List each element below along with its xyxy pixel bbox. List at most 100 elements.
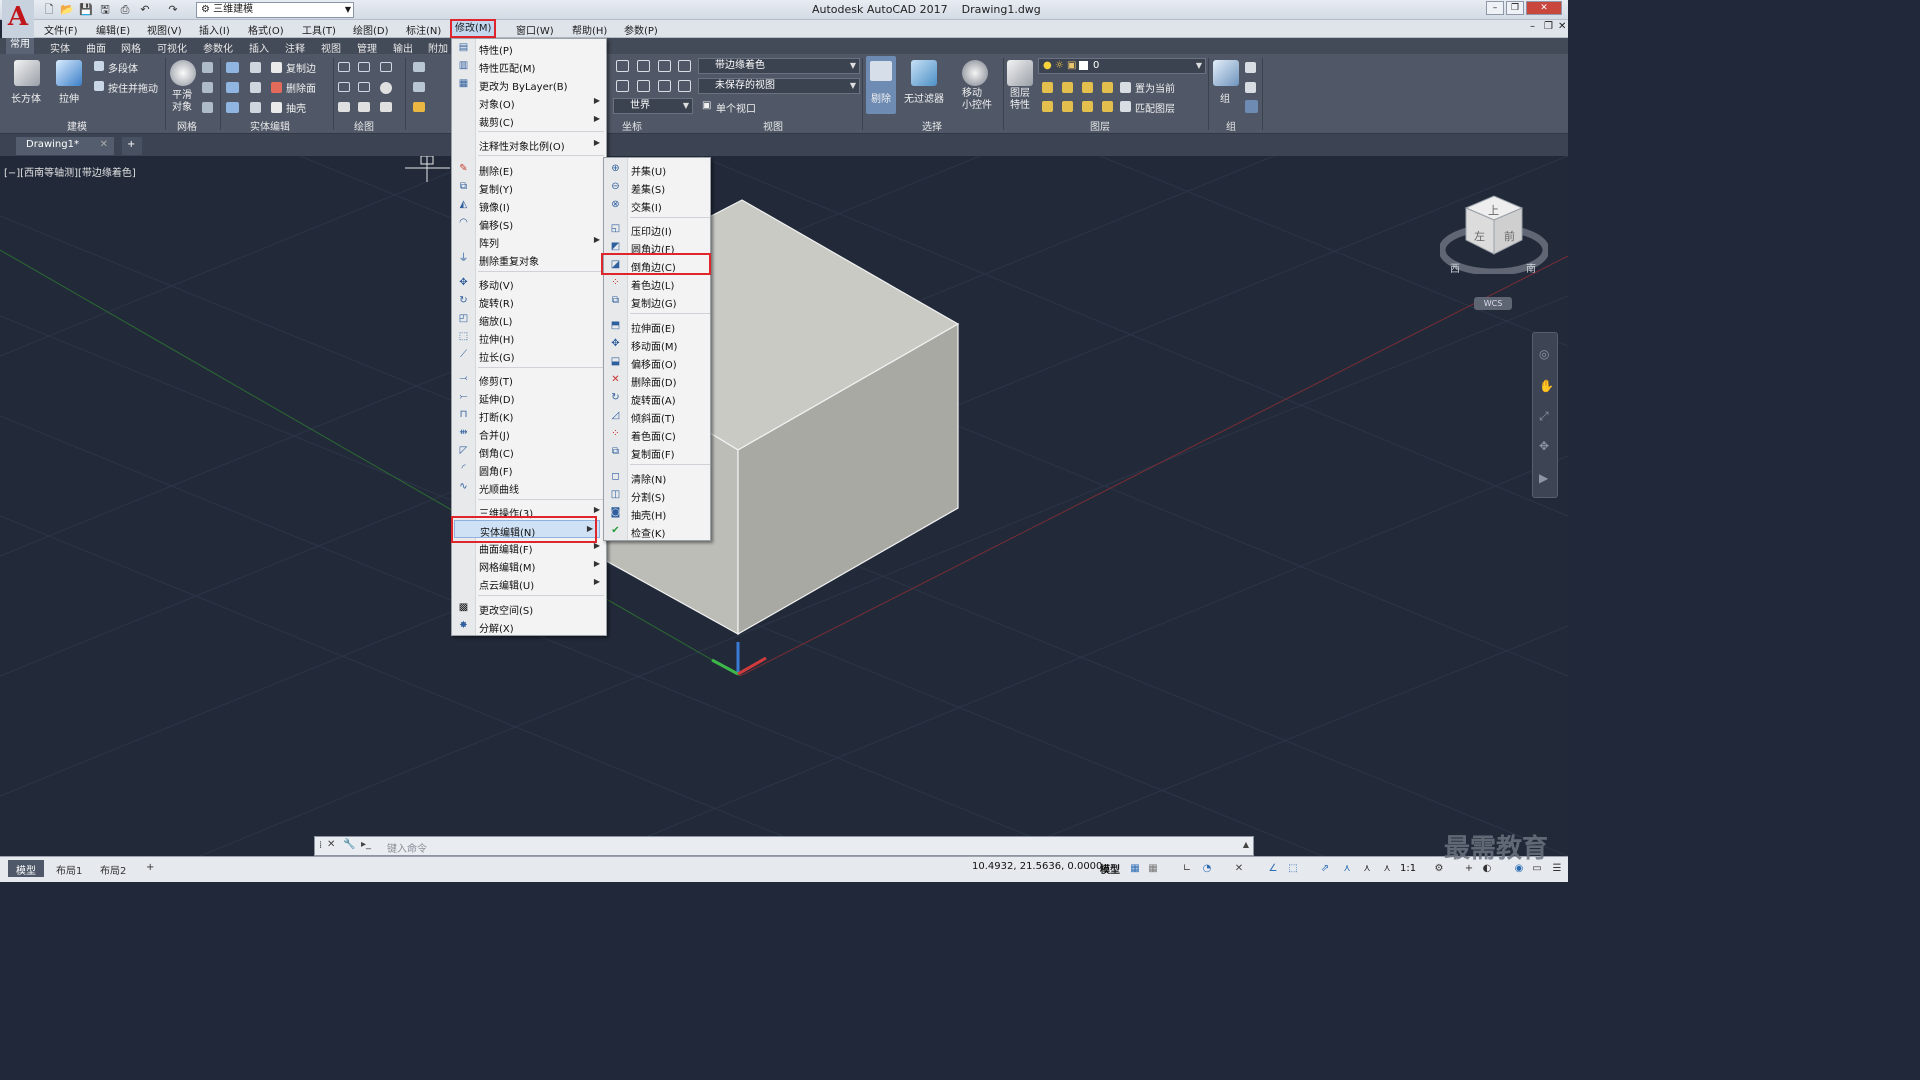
doc-minimize-icon[interactable]: – [1530, 21, 1535, 32]
visual-style-dropdown[interactable]: 带边缘着色 ▼ [698, 58, 860, 74]
group-coords[interactable]: 坐标 [622, 118, 642, 133]
menu-item-move-faces[interactable]: ✥ 移动面(M) [604, 335, 710, 353]
copy-edge-button[interactable]: 复制边 [286, 60, 316, 75]
menu-item-copy-edges[interactable]: ⧉ 复制边(G) [604, 292, 710, 310]
menu-item-stretch[interactable]: ⬚ 拉伸(H) [452, 328, 606, 346]
undo-icon[interactable]: ↶ [138, 3, 152, 17]
presspull-button[interactable]: 按住并拖动 [108, 80, 158, 95]
maximize-button[interactable]: ❐ [1506, 1, 1524, 15]
saved-view-dropdown[interactable]: 未保存的视图 ▼ [698, 78, 860, 94]
ucs-icon[interactable] [637, 60, 650, 72]
viewport-icon[interactable]: ▣ [702, 100, 711, 111]
ellipse-icon[interactable] [380, 102, 392, 112]
menu-item-extend[interactable]: ⤚ 延伸(D) [452, 388, 606, 406]
tab-visualize[interactable]: 可视化 [157, 40, 187, 55]
drawing-area[interactable]: [−][西南等轴测][带边缘着色] 上 左 前 西 南 WCS ◎ ✋ ⤢ ✥ … [0, 156, 1568, 856]
selection-cycling-icon[interactable]: ⋏ [1340, 862, 1354, 876]
orbit-icon[interactable]: ✥ [1539, 439, 1549, 453]
steering-wheel-icon[interactable]: ◎ [1539, 347, 1549, 361]
drawing-tab[interactable]: Drawing1* ✕ [16, 137, 114, 155]
group-select-icon[interactable] [1245, 100, 1258, 113]
model-space-toggle[interactable]: 模型 [1100, 861, 1120, 876]
showmotion-icon[interactable]: ▶ [1539, 471, 1548, 485]
group-selection[interactable]: 选择 [922, 118, 942, 133]
tab-addins[interactable]: 附加 [428, 40, 448, 55]
gizmo-icon[interactable] [962, 60, 988, 86]
viewcube[interactable]: 上 左 前 西 南 [1438, 194, 1550, 276]
no-filter-label[interactable]: 无过滤器 [904, 90, 944, 105]
move-gizmo-label[interactable]: 移动 小控件 [962, 88, 992, 112]
group-tool-icon[interactable] [1245, 62, 1256, 73]
mesh-tool-icon[interactable] [202, 82, 213, 93]
redo-icon[interactable]: ↷ [166, 3, 180, 17]
set-current-button[interactable]: 置为当前 [1135, 80, 1175, 95]
menu-item-copy-faces[interactable]: ⧉ 复制面(F) [604, 443, 710, 461]
tab-view[interactable]: 视图 [321, 40, 341, 55]
menu-item-overkill[interactable]: ⏚ 删除重复对象 [452, 250, 606, 268]
layer-tool-icon[interactable] [1102, 101, 1113, 112]
close-icon[interactable]: ✕ [327, 839, 335, 850]
close-button[interactable]: ✕ [1526, 1, 1562, 15]
tab-parametric[interactable]: 参数化 [203, 40, 233, 55]
3dosnap-icon[interactable]: ⬚ [1286, 862, 1300, 876]
ucs-icon[interactable] [658, 80, 671, 92]
rectangle-icon[interactable] [358, 102, 370, 112]
shell-icon[interactable] [271, 102, 282, 113]
customize-menu-icon[interactable]: ☰ [1550, 862, 1564, 876]
menu-item-offset[interactable]: ◠ 偏移(S) [452, 214, 606, 232]
command-input[interactable]: 键入命令 [387, 840, 427, 855]
menu-item-match-properties[interactable]: ▥ 特性匹配(M) [452, 57, 606, 75]
menu-item-explode[interactable]: ✸ 分解(X) [452, 617, 606, 635]
group-mesh[interactable]: 网格 [177, 118, 197, 133]
tab-solid[interactable]: 实体 [50, 40, 70, 55]
chevron-up-icon[interactable]: ▲ [1243, 840, 1249, 849]
menu-format[interactable]: 格式(O) [248, 22, 284, 37]
menu-modify[interactable]: 修改(M) [450, 19, 497, 38]
menu-item-annotative-scale[interactable]: 注释性对象比例(O) ▶ [452, 135, 606, 153]
group-draw[interactable]: 绘图 [354, 118, 374, 133]
workspace-selector[interactable]: ⚙ 三维建模 ▼ [196, 2, 354, 18]
menu-window[interactable]: 窗口(W) [516, 22, 554, 37]
polysolid-icon[interactable] [94, 61, 104, 71]
polygon-icon[interactable] [338, 102, 350, 112]
open-file-icon[interactable]: 📂 [60, 3, 74, 17]
layer-properties-label[interactable]: 图层 特性 [1010, 88, 1030, 112]
menu-item-mirror[interactable]: ◭ 镜像(I) [452, 196, 606, 214]
smooth-object-label[interactable]: 平滑 对象 [172, 90, 192, 114]
tab-layout2[interactable]: 布局2 [92, 860, 134, 877]
group-groups[interactable]: 组 [1226, 118, 1236, 133]
shell-button[interactable]: 抽壳 [286, 100, 306, 115]
delete-face-icon[interactable] [271, 82, 282, 93]
group-layers[interactable]: 图层 [1090, 118, 1110, 133]
isodraft-icon[interactable]: ✕ [1232, 862, 1246, 876]
set-current-icon[interactable] [1120, 82, 1131, 93]
draw-tool-icon[interactable] [358, 82, 370, 92]
wcs-menu[interactable]: WCS [1474, 297, 1512, 310]
menu-tools[interactable]: 工具(T) [302, 22, 336, 37]
viewcube-left[interactable]: 左 [1474, 228, 1485, 244]
group-modeling[interactable]: 建模 [67, 118, 87, 133]
layer-tool-icon[interactable] [1082, 101, 1093, 112]
viewcube-top[interactable]: 上 [1488, 202, 1499, 218]
pan-icon[interactable]: ✋ [1539, 379, 1554, 393]
menu-item-copy[interactable]: ⧉ 复制(Y) [452, 178, 606, 196]
menu-item-point-cloud-editing[interactable]: 点云编辑(U) ▶ [452, 574, 606, 592]
draw-tool-icon[interactable] [338, 82, 350, 92]
osnap-icon[interactable]: ∠ [1266, 862, 1280, 876]
tab-insert[interactable]: 插入 [249, 40, 269, 55]
box-icon[interactable] [14, 60, 40, 86]
group-view[interactable]: 视图 [763, 118, 783, 133]
new-file-icon[interactable]: 🗋 [42, 3, 56, 17]
close-tab-icon[interactable]: ✕ [100, 139, 108, 150]
compass-west[interactable]: 西 [1450, 260, 1460, 275]
culling-button[interactable]: 剔除 [866, 56, 896, 114]
ortho-icon[interactable]: ∟ [1180, 862, 1194, 876]
menu-item-mesh-editing[interactable]: 网格编辑(M) ▶ [452, 556, 606, 574]
menu-item-chamfer[interactable]: ◸ 倒角(C) [452, 442, 606, 460]
circle-icon[interactable] [380, 82, 392, 94]
menu-item-object[interactable]: 对象(O) ▶ [452, 93, 606, 111]
menu-item-shell[interactable]: ◙ 抽壳(H) [604, 504, 710, 522]
menu-item-clip[interactable]: 裁剪(C) ▶ [452, 111, 606, 129]
menu-item-check[interactable]: ✔ 检查(K) [604, 522, 710, 540]
menu-item-scale[interactable]: ◰ 缩放(L) [452, 310, 606, 328]
